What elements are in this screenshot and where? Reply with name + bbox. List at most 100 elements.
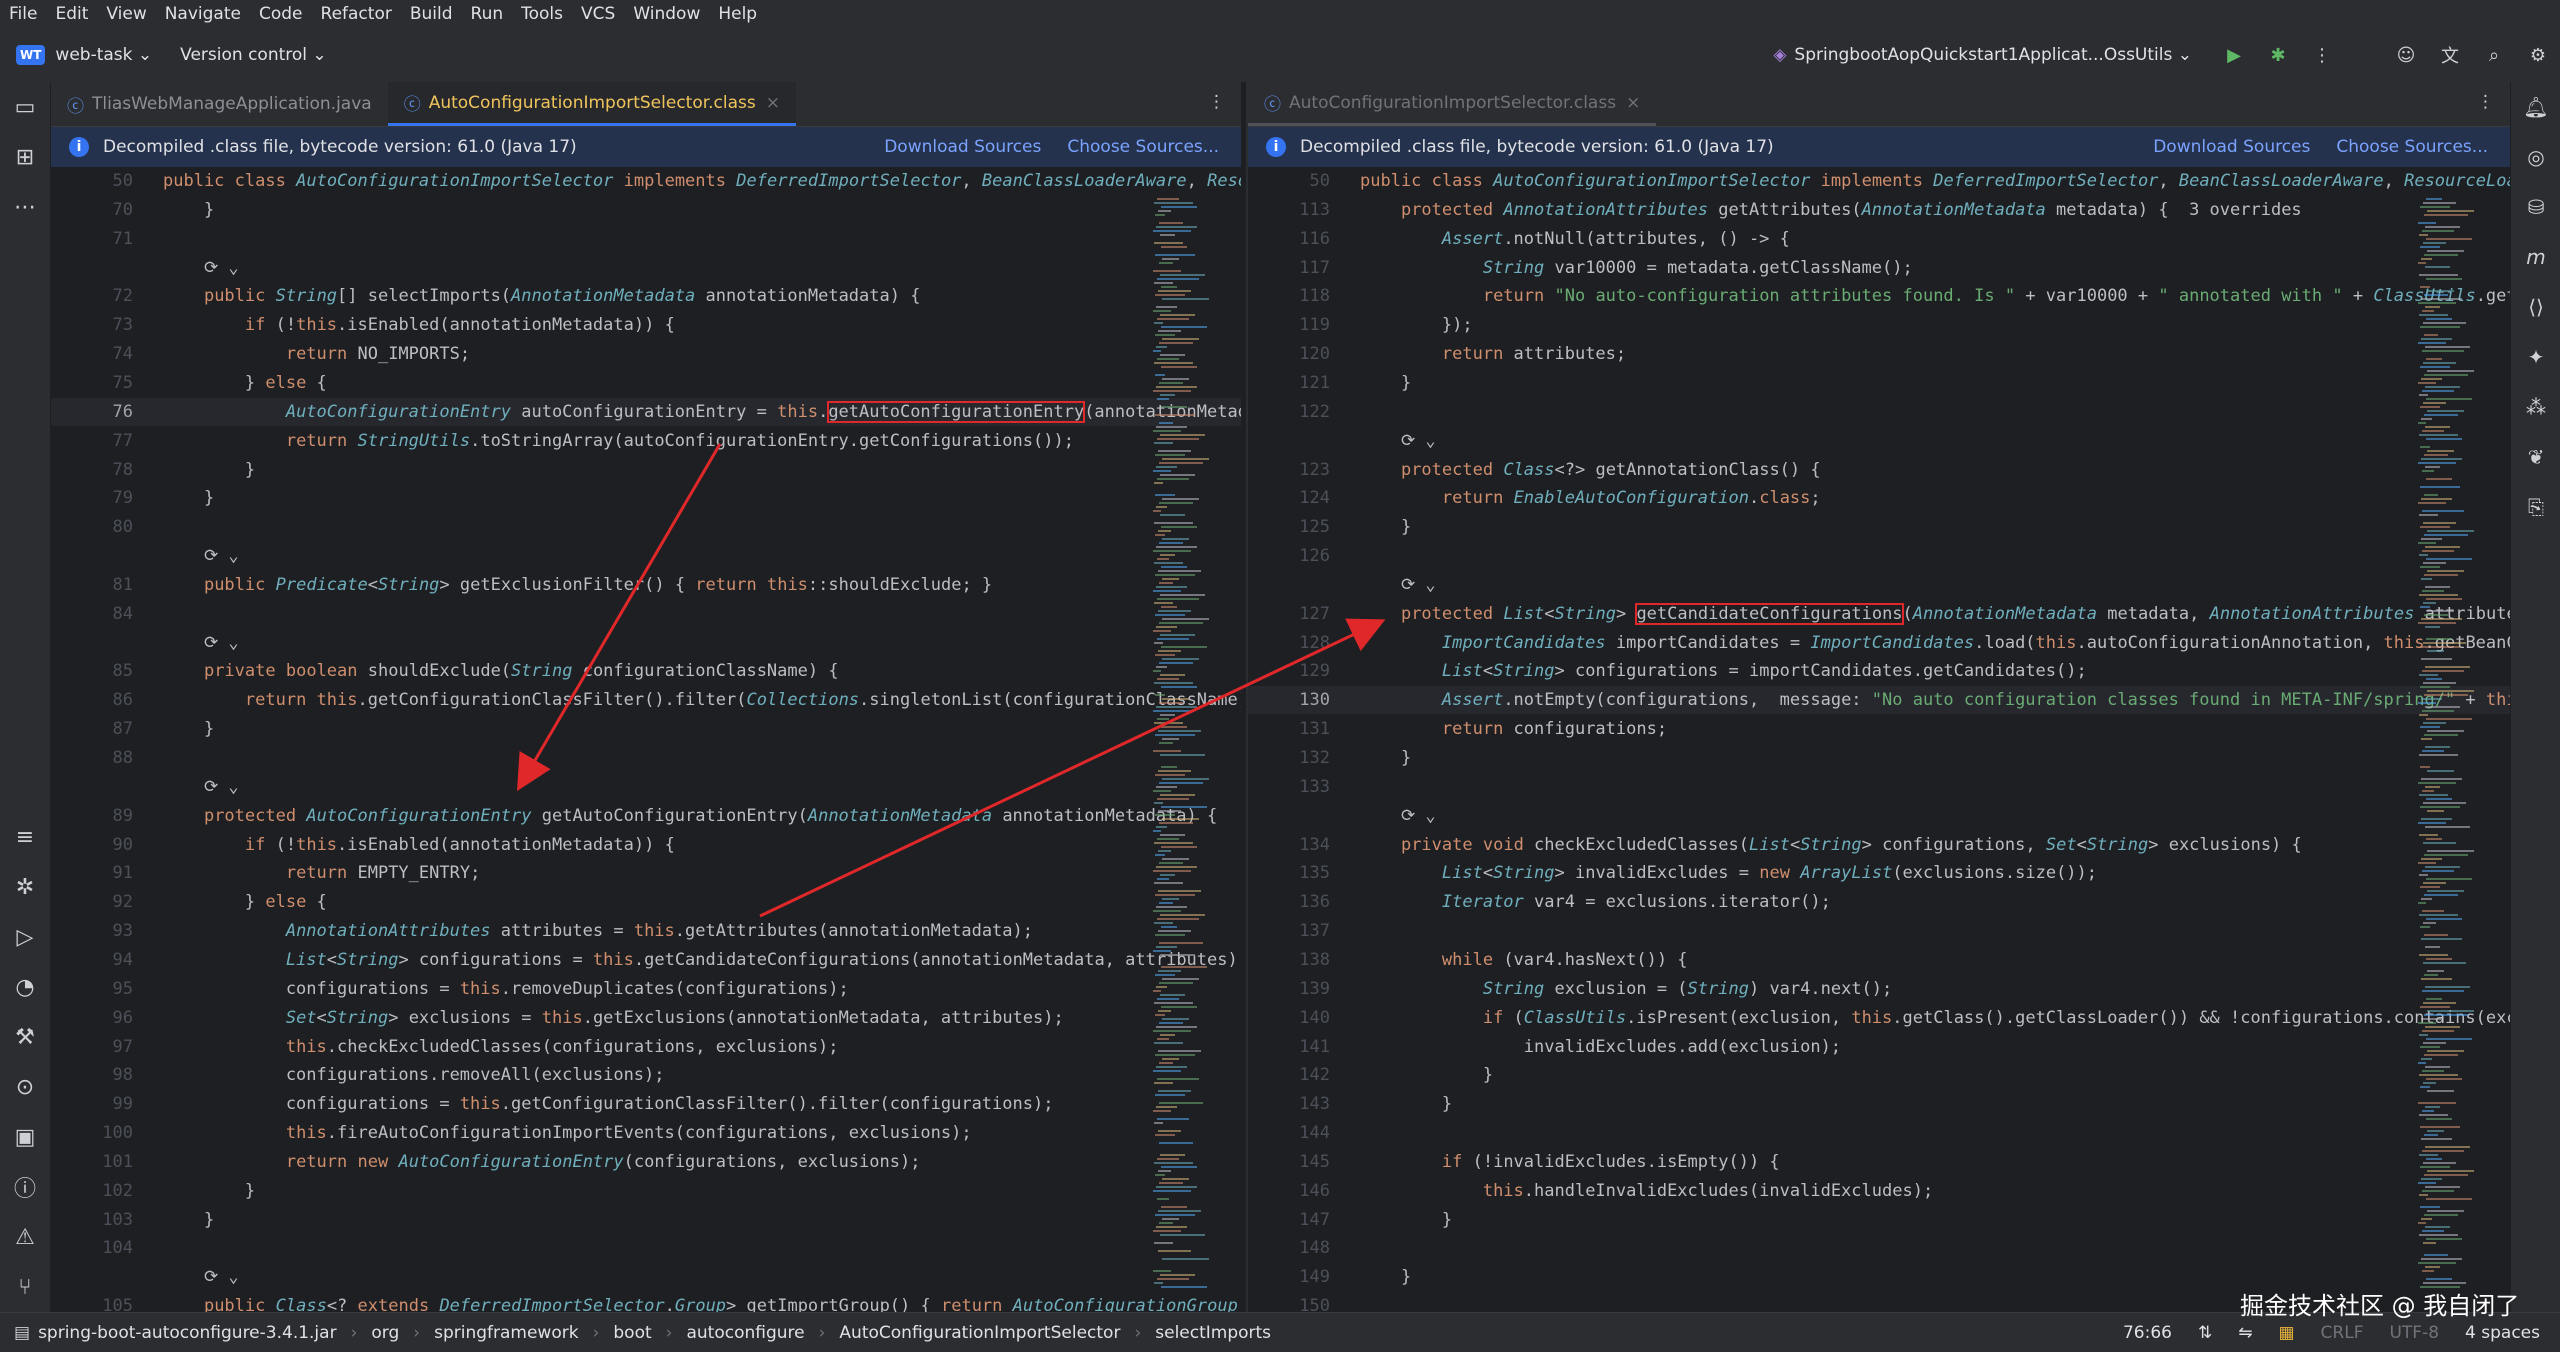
git-icon[interactable]: ⑂	[0, 1262, 50, 1312]
search-icon[interactable]: ⌕	[2472, 45, 2516, 66]
line-number[interactable]: 92	[51, 892, 141, 912]
line-number[interactable]: 123	[1248, 460, 1338, 480]
menu-edit[interactable]: Edit	[46, 4, 97, 24]
line-number[interactable]: 74	[51, 344, 141, 364]
line-number[interactable]: 120	[1248, 344, 1338, 364]
line-number[interactable]: 81	[51, 575, 141, 595]
line-number[interactable]: 97	[51, 1037, 141, 1057]
run-tool-icon[interactable]: ▷	[0, 912, 50, 962]
code-line[interactable]: 150	[1248, 1292, 1360, 1312]
spring-side-icon[interactable]: ❦	[2511, 432, 2560, 482]
code-line[interactable]: 96 Set<String> exclusions = this.getExcl…	[51, 1004, 1064, 1032]
code-line[interactable]: 95 configurations = this.removeDuplicate…	[51, 975, 849, 1003]
line-number[interactable]: 131	[1248, 719, 1338, 739]
code-line[interactable]: 97 this.checkExcludedClasses(configurati…	[51, 1033, 839, 1061]
line-number[interactable]: 101	[51, 1152, 141, 1172]
line-number[interactable]: 103	[51, 1210, 141, 1230]
caret-position[interactable]: 76:66	[2123, 1323, 2172, 1343]
code-line[interactable]: ⟳ ⌄	[1248, 427, 1436, 455]
code-line[interactable]: 89 protected AutoConfigurationEntry getA…	[51, 802, 1218, 830]
menu-tools[interactable]: Tools	[512, 4, 572, 24]
line-number[interactable]: 79	[51, 488, 141, 508]
line-number[interactable]: 76	[51, 402, 141, 422]
breadcrumb-item[interactable]: spring-boot-autoconfigure-3.4.1.jar	[38, 1323, 337, 1343]
line-number[interactable]: 90	[51, 835, 141, 855]
line-number[interactable]: 126	[1248, 546, 1338, 566]
ai-assistant-icon[interactable]: ◎	[2511, 132, 2560, 182]
vcs-selector[interactable]: Version control ⌄	[180, 45, 327, 65]
menu-vcs[interactable]: VCS	[572, 4, 624, 24]
line-number[interactable]: 147	[1248, 1210, 1338, 1230]
code-line[interactable]: 90 if (!this.isEnabled(annotationMetadat…	[51, 831, 675, 859]
line-number[interactable]: 143	[1248, 1094, 1338, 1114]
code-line[interactable]: 102 }	[51, 1177, 255, 1205]
menu-help[interactable]: Help	[709, 4, 766, 24]
code-line[interactable]: 123 protected Class<?> getAnnotationClas…	[1248, 456, 1820, 484]
code-line[interactable]: 135 List<String> invalidExcludes = new A…	[1248, 859, 2097, 887]
code-line[interactable]: 139 String exclusion = (String) var4.nex…	[1248, 975, 1892, 1003]
line-number[interactable]: 132	[1248, 748, 1338, 768]
line-number[interactable]: 87	[51, 719, 141, 739]
line-number[interactable]: 145	[1248, 1152, 1338, 1172]
code-line[interactable]: 122	[1248, 398, 1360, 426]
line-number[interactable]: 128	[1248, 633, 1338, 653]
line-number[interactable]: 119	[1248, 315, 1338, 335]
line-number[interactable]: 80	[51, 517, 141, 537]
menu-run[interactable]: Run	[462, 4, 513, 24]
code-line[interactable]: 128 ImportCandidates importCandidates = …	[1248, 629, 2510, 657]
left-code-editor[interactable]: 50 public class AutoConfigurationImportSe…	[51, 167, 1241, 1312]
close-tab-icon[interactable]: ×	[1626, 93, 1640, 113]
code-line[interactable]: 77 return StringUtils.toStringArray(auto…	[51, 427, 1074, 455]
code-line[interactable]: 116 Assert.notNull(attributes, () -> {	[1248, 225, 1790, 253]
code-line[interactable]: 124 return EnableAutoConfiguration.class…	[1248, 484, 1820, 512]
code-line[interactable]: ⟳ ⌄	[51, 254, 239, 282]
tab-auto-configuration-import-selector[interactable]: ⓒ AutoConfigurationImportSelector.class ×	[387, 82, 797, 126]
code-line[interactable]: 131 return configurations;	[1248, 715, 1667, 743]
line-number[interactable]: 72	[51, 286, 141, 306]
breadcrumb-item[interactable]: boot	[613, 1323, 651, 1343]
menu-file[interactable]: File	[0, 4, 46, 24]
vcs-status-icon[interactable]: ⇅	[2198, 1323, 2212, 1343]
code-line[interactable]: 149 }	[1248, 1263, 1411, 1291]
line-number[interactable]: 135	[1248, 863, 1338, 883]
project-selector[interactable]: web-task ⌄	[55, 45, 152, 65]
line-number[interactable]: 95	[51, 979, 141, 999]
menu-code[interactable]: Code	[250, 4, 312, 24]
code-line[interactable]: 144	[1248, 1119, 1360, 1147]
endpoints-icon[interactable]: ⟨⟩	[2511, 282, 2560, 332]
line-number[interactable]: 141	[1248, 1037, 1338, 1057]
tab-tlias-web-manage-application[interactable]: ⓒ TliasWebManageApplication.java	[51, 82, 388, 126]
line-number[interactable]: 105	[51, 1296, 141, 1312]
breadcrumb-item[interactable]: selectImports	[1155, 1323, 1271, 1343]
line-separator[interactable]: CRLF	[2321, 1323, 2364, 1343]
no-sync-icon[interactable]: ⇋	[2238, 1323, 2252, 1343]
code-line[interactable]: 143 }	[1248, 1090, 1452, 1118]
code-line[interactable]: 117 String var10000 = metadata.getClassN…	[1248, 254, 1912, 282]
line-number[interactable]: 138	[1248, 950, 1338, 970]
code-line[interactable]: 76 AutoConfigurationEntry autoConfigurat…	[51, 398, 1241, 426]
code-line[interactable]: 98 configurations.removeAll(exclusions);	[51, 1061, 665, 1089]
line-number[interactable]: 150	[1248, 1296, 1338, 1312]
line-number[interactable]: 148	[1248, 1238, 1338, 1258]
breadcrumb-item[interactable]: autoconfigure	[686, 1323, 804, 1343]
account-icon[interactable]: ☺	[2384, 45, 2428, 66]
code-line[interactable]: 103 }	[51, 1206, 214, 1234]
code-line[interactable]: 79 }	[51, 484, 215, 512]
line-number[interactable]: 113	[1248, 200, 1338, 220]
line-number[interactable]: 70	[51, 200, 141, 220]
code-line[interactable]: 147 }	[1248, 1206, 1452, 1234]
code-line[interactable]: ⟳ ⌄	[1248, 802, 1436, 830]
line-number[interactable]: 104	[51, 1238, 141, 1258]
structure-side-icon[interactable]: ⁂	[2511, 382, 2560, 432]
code-line[interactable]: 50 public class AutoConfigurationImportSe…	[51, 167, 1241, 195]
line-number[interactable]: 144	[1248, 1123, 1338, 1143]
line-number[interactable]: 133	[1248, 777, 1338, 797]
code-line[interactable]: 120 return attributes;	[1248, 340, 1626, 368]
code-line[interactable]: 92 } else {	[51, 888, 327, 916]
code-line[interactable]: 133	[1248, 773, 1360, 801]
profiler-icon[interactable]: ◔	[0, 962, 50, 1012]
code-line[interactable]: 145 if (!invalidExcludes.isEmpty()) {	[1248, 1148, 1779, 1176]
code-line[interactable]: 129 List<String> configurations = import…	[1248, 657, 2086, 685]
code-line[interactable]: 86 return this.getConfigurationClassFilt…	[51, 686, 1241, 714]
build-hammer-icon[interactable]: ⚒	[0, 1012, 50, 1062]
